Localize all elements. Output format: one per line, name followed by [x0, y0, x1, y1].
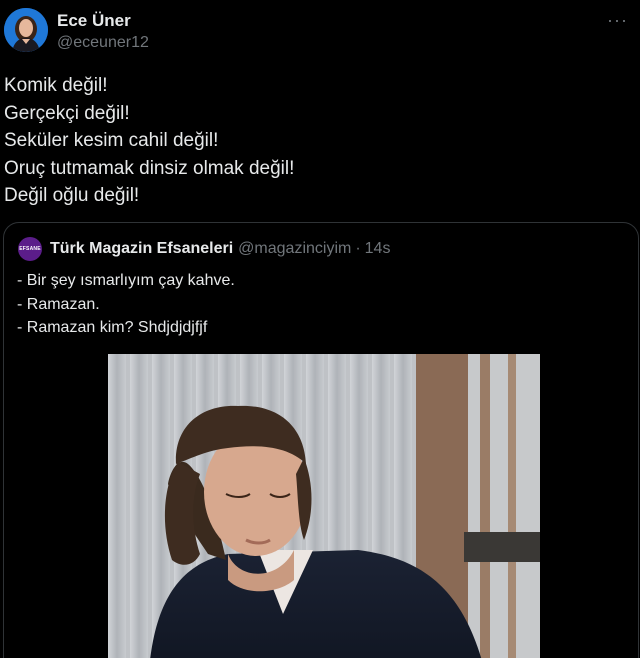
quoted-line: - Bir şey ısmarlıyım çay kahve. — [17, 272, 235, 289]
tweet-page: Ece Üner @eceuner12 ··· Komik değil! Ger… — [0, 0, 640, 658]
tweet-body: Komik değil! Gerçekçi değil! Seküler kes… — [4, 72, 294, 210]
author-handle[interactable]: @eceuner12 — [57, 32, 149, 54]
quoted-timestamp[interactable]: 14s — [365, 240, 391, 258]
author-avatar[interactable] — [4, 8, 48, 52]
quoted-tweet-header: EFSANE Türk Magazin Efsaneleri @magazinc… — [18, 237, 390, 261]
quoted-line: - Ramazan. — [17, 295, 100, 313]
quoted-tweet-body: - Bir şey ısmarlıyım çay kahve. - Ramaza… — [17, 269, 235, 340]
tweet-line: Gerçekçi değil! — [4, 102, 130, 124]
avatar-photo-icon — [4, 8, 48, 52]
quoted-line: - Ramazan kim? Shdjdjdjfjf — [17, 319, 208, 336]
quoted-author-display-name[interactable]: Türk Magazin Efsaneleri — [50, 240, 233, 258]
video-still-image — [108, 354, 540, 658]
more-options-icon[interactable]: ··· — [607, 10, 628, 31]
dot-separator: · — [355, 240, 361, 257]
quoted-tweet[interactable]: EFSANE Türk Magazin Efsaneleri @magazinc… — [3, 222, 639, 658]
quoted-media-image[interactable] — [108, 354, 540, 658]
tweet-line: Komik değil! — [4, 75, 108, 96]
author-names: Ece Üner @eceuner12 — [57, 11, 149, 54]
quoted-avatar-label: EFSANE — [19, 246, 41, 252]
tweet-line: Değil oğlu değil! — [4, 185, 140, 206]
quoted-author-avatar[interactable]: EFSANE — [18, 237, 42, 261]
tweet-line: Oruç tutmamak dinsiz olmak değil! — [4, 157, 295, 179]
tweet-header: Ece Üner @eceuner12 — [4, 8, 149, 54]
tweet-line: Seküler kesim cahil değil! — [4, 130, 219, 151]
author-display-name[interactable]: Ece Üner — [57, 11, 149, 31]
quoted-author-handle[interactable]: @magazinciyim — [238, 240, 351, 258]
